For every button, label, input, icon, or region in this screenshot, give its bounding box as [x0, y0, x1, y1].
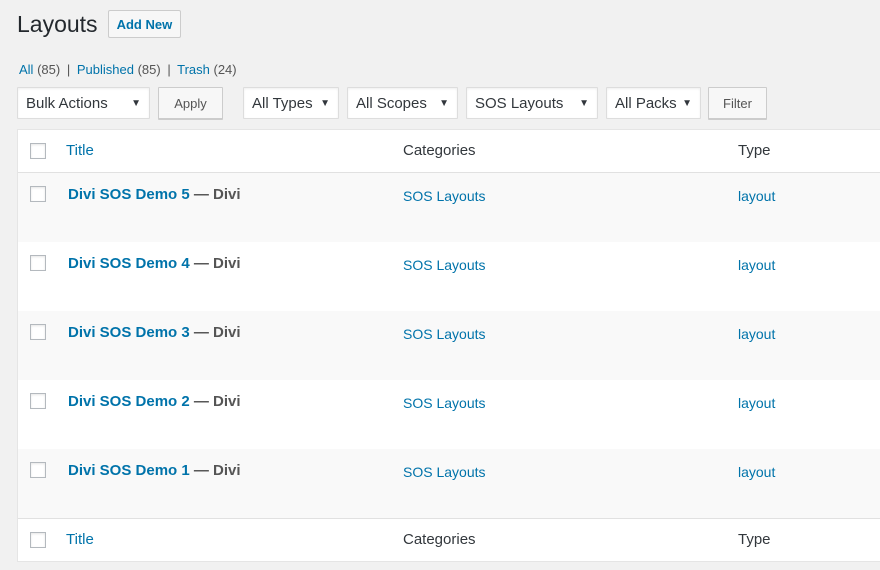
row-category-link[interactable]: SOS Layouts [403, 326, 486, 342]
row-post-state: — Divi [189, 255, 241, 272]
row-checkbox[interactable] [30, 324, 46, 340]
row-title-link[interactable]: Divi SOS Demo 1 [68, 462, 190, 479]
categories-column-footer: Categories [403, 531, 476, 548]
scopes-select[interactable]: All Scopes ▼ [347, 87, 458, 119]
row-category-link[interactable]: SOS Layouts [403, 188, 486, 204]
table-footer-row: Title Categories Type [18, 518, 880, 561]
add-new-button[interactable]: Add New [107, 10, 182, 38]
row-post-state: — Divi [189, 324, 241, 341]
bulk-actions-value: Bulk Actions [26, 94, 108, 112]
view-trash-count: (24) [213, 62, 237, 77]
row-title: Divi SOS Demo 5 — Divi [68, 186, 241, 203]
table-row: Divi SOS Demo 4 — Divi SOS Layouts layou… [18, 242, 880, 311]
row-checkbox[interactable] [30, 393, 46, 409]
view-trash-link[interactable]: Trash [177, 62, 210, 77]
row-title: Divi SOS Demo 1 — Divi [68, 462, 241, 479]
view-all-count: (85) [37, 62, 61, 77]
category-value: SOS Layouts [475, 94, 564, 112]
table-header-row: Title Categories Type [18, 130, 880, 173]
row-type-link[interactable]: layout [738, 257, 775, 273]
filter-button[interactable]: Filter [708, 87, 767, 119]
row-type-link[interactable]: layout [738, 395, 775, 411]
packs-select[interactable]: All Packs ▼ [606, 87, 701, 119]
row-category-link[interactable]: SOS Layouts [403, 464, 486, 480]
table-row: Divi SOS Demo 5 — Divi SOS Layouts layou… [18, 173, 880, 242]
row-title-link[interactable]: Divi SOS Demo 4 [68, 255, 190, 272]
chevron-down-icon: ▼ [320, 98, 330, 109]
row-title-link[interactable]: Divi SOS Demo 2 [68, 393, 190, 410]
row-title: Divi SOS Demo 2 — Divi [68, 393, 241, 410]
packs-value: All Packs [615, 94, 677, 112]
layouts-table: Title Categories Type Divi SOS Demo 5 — … [17, 129, 880, 562]
type-column-header: Type [738, 142, 771, 159]
title-column-footer[interactable]: Title [66, 531, 94, 548]
page-header: Layouts Add New [17, 9, 182, 39]
row-category-link[interactable]: SOS Layouts [403, 257, 486, 273]
apply-button[interactable]: Apply [158, 87, 223, 119]
bulk-actions-select[interactable]: Bulk Actions ▼ [17, 87, 150, 119]
row-checkbox[interactable] [30, 186, 46, 202]
row-post-state: — Divi [189, 186, 241, 203]
row-title: Divi SOS Demo 3 — Divi [68, 324, 241, 341]
types-select[interactable]: All Types ▼ [243, 87, 339, 119]
scopes-value: All Scopes [356, 94, 427, 112]
view-filter-links: All (85) | Published (85) | Trash (24) [19, 62, 237, 78]
table-row: Divi SOS Demo 2 — Divi SOS Layouts layou… [18, 380, 880, 449]
row-checkbox[interactable] [30, 462, 46, 478]
table-row: Divi SOS Demo 3 — Divi SOS Layouts layou… [18, 311, 880, 380]
chevron-down-icon: ▼ [579, 98, 589, 109]
type-column-footer: Type [738, 531, 771, 548]
category-select[interactable]: SOS Layouts ▼ [466, 87, 598, 119]
view-published-link[interactable]: Published [77, 62, 134, 77]
row-type-link[interactable]: layout [738, 464, 775, 480]
types-value: All Types [252, 94, 313, 112]
view-separator: | [167, 62, 171, 77]
row-title-link[interactable]: Divi SOS Demo 5 [68, 186, 190, 203]
view-all-link[interactable]: All [19, 62, 33, 77]
select-all-checkbox-footer[interactable] [30, 532, 46, 548]
row-checkbox[interactable] [30, 255, 46, 271]
categories-column-header: Categories [403, 142, 476, 159]
row-title: Divi SOS Demo 4 — Divi [68, 255, 241, 272]
chevron-down-icon: ▼ [682, 98, 692, 109]
row-type-link[interactable]: layout [738, 326, 775, 342]
row-category-link[interactable]: SOS Layouts [403, 395, 486, 411]
title-column-header[interactable]: Title [66, 142, 94, 159]
select-all-checkbox[interactable] [30, 143, 46, 159]
table-row: Divi SOS Demo 1 — Divi SOS Layouts layou… [18, 449, 880, 518]
view-published-count: (85) [137, 62, 161, 77]
row-type-link[interactable]: layout [738, 188, 775, 204]
chevron-down-icon: ▼ [131, 98, 141, 109]
chevron-down-icon: ▼ [439, 98, 449, 109]
row-post-state: — Divi [189, 462, 241, 479]
row-title-link[interactable]: Divi SOS Demo 3 [68, 324, 190, 341]
page-title: Layouts [17, 11, 98, 37]
view-separator: | [66, 62, 71, 77]
row-post-state: — Divi [189, 393, 241, 410]
